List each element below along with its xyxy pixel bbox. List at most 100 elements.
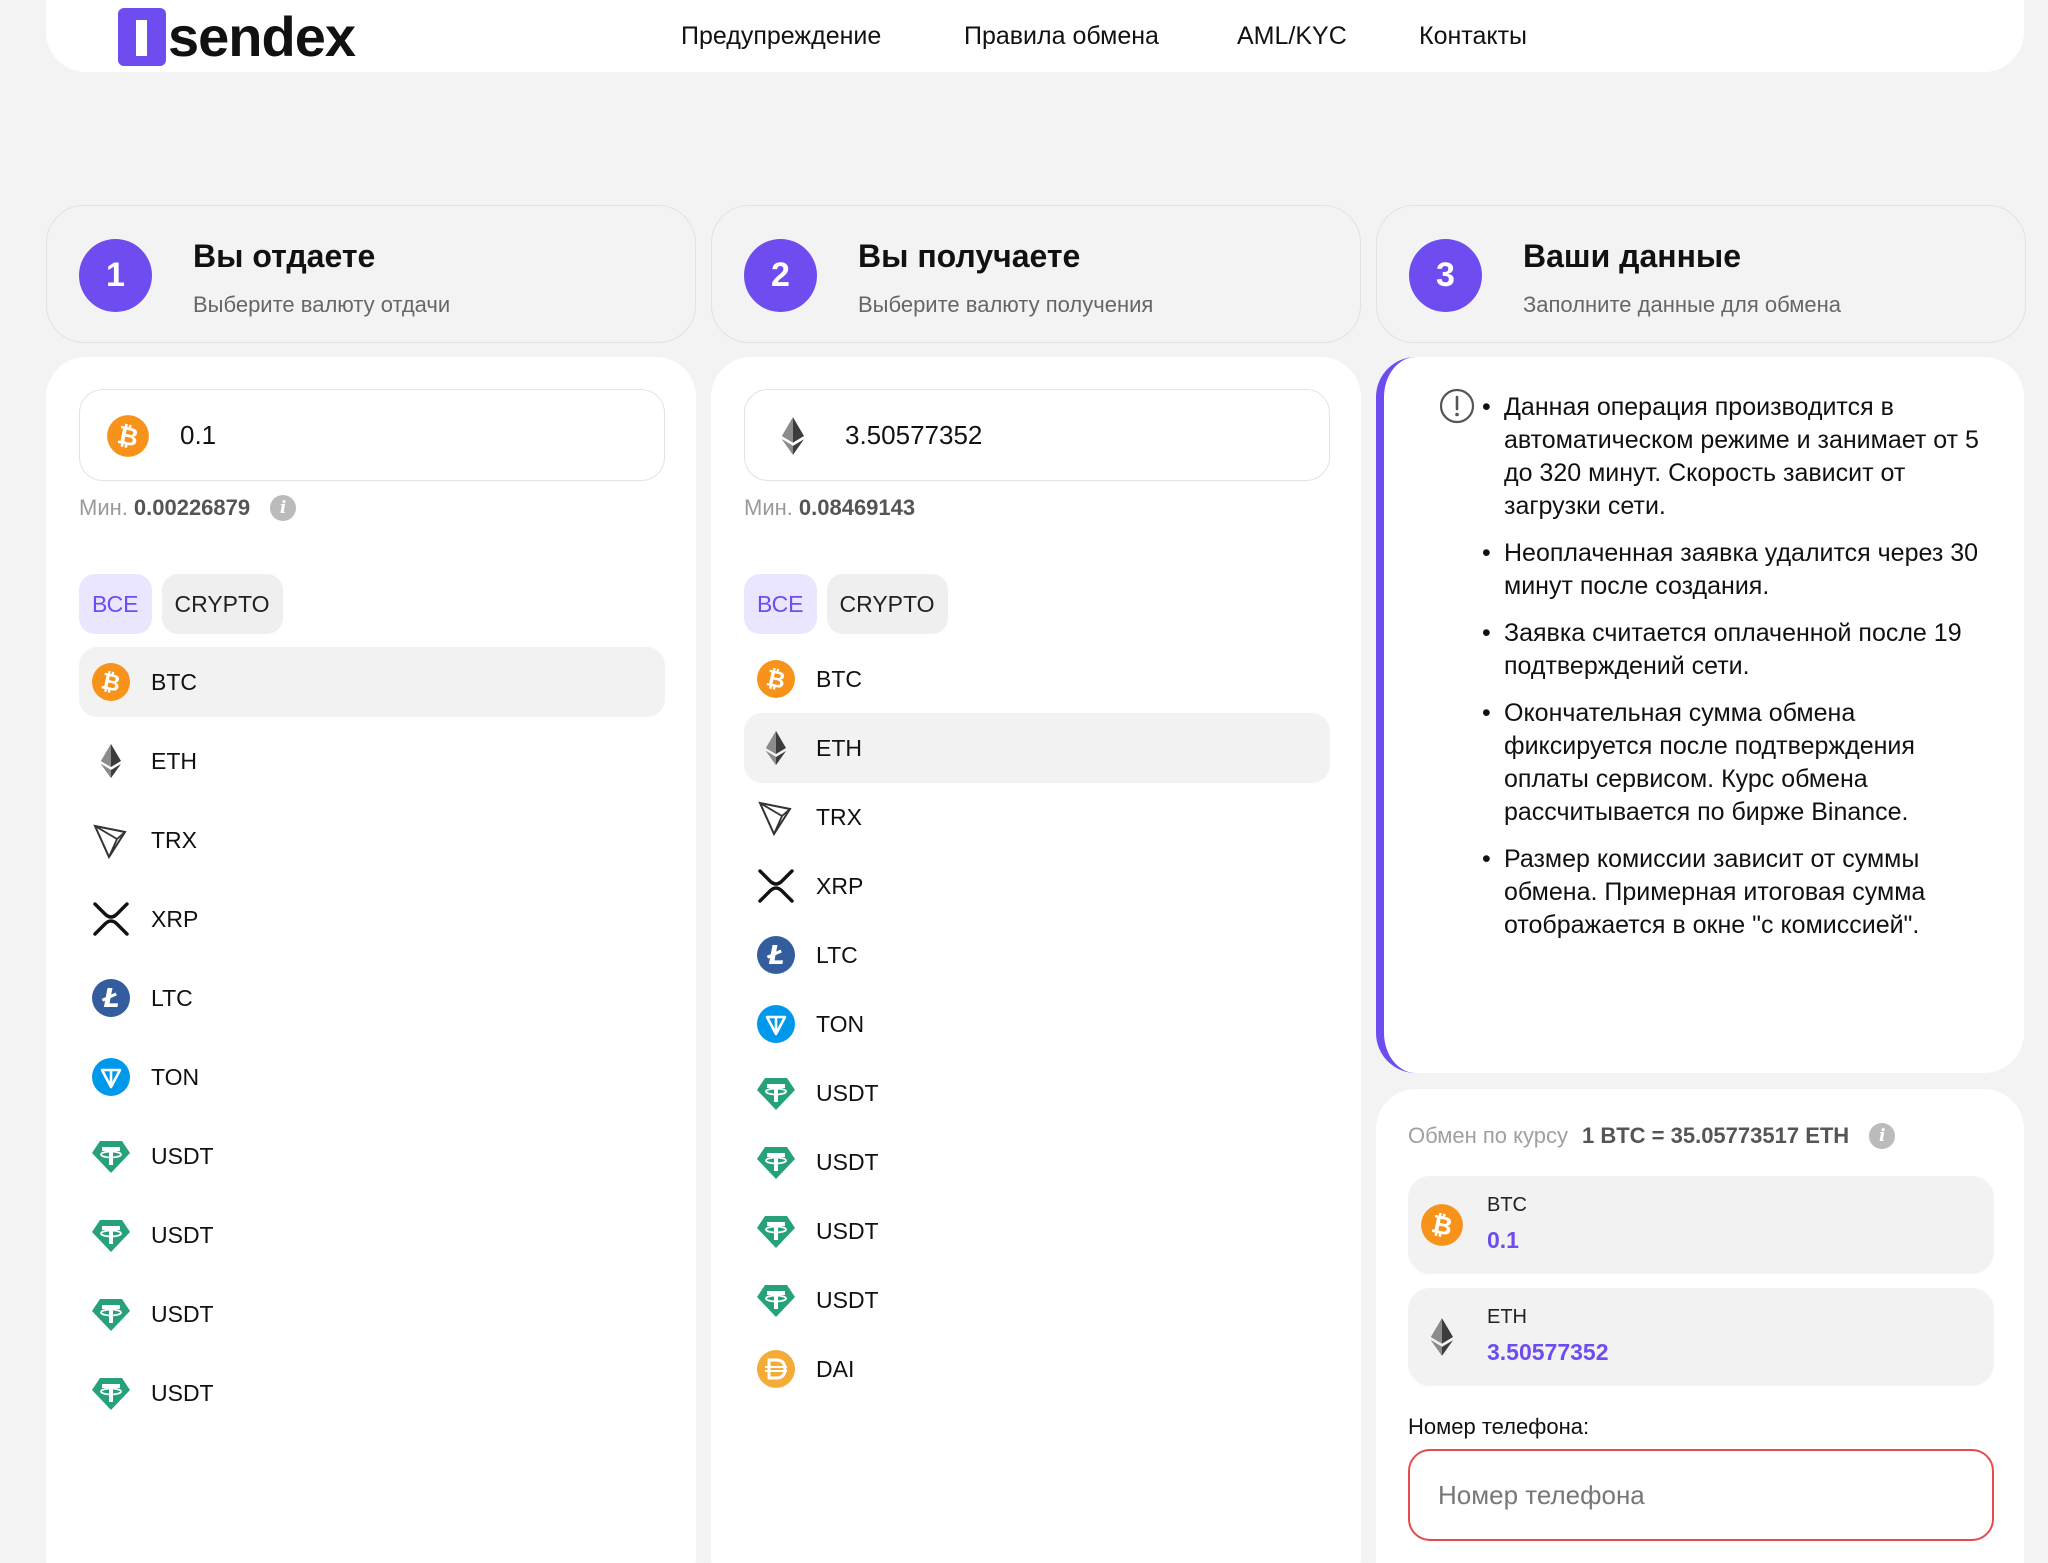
coin-option-xrp[interactable]: XRP [79, 884, 665, 954]
notice-item: Данная операция производится в автоматич… [1482, 391, 1994, 523]
coin-label: USDT [151, 1379, 214, 1406]
nav-rules-link[interactable]: Правила обмена [964, 22, 1159, 51]
coin-label: USDT [816, 1079, 879, 1106]
coin-option-eth[interactable]: ETH [79, 726, 665, 796]
coin-label: USDT [151, 1221, 214, 1248]
usdt-icon [756, 1280, 796, 1320]
filter-crypto-tab[interactable]: CRYPTO [161, 574, 283, 634]
coin-option-ltc[interactable]: Ł LTC [79, 963, 665, 1033]
logo[interactable]: sendex [118, 8, 356, 66]
summary-give-name: BTC [1487, 1194, 1527, 1216]
min-label: Мин. [79, 495, 128, 520]
nav-warning-link[interactable]: Предупреждение [681, 22, 881, 51]
eth-icon [1420, 1315, 1464, 1359]
min-value: 0.00226879 [133, 495, 251, 520]
phone-label: Номер телефона: [1408, 1414, 1590, 1439]
give-amount-value[interactable]: 0.1 [180, 420, 216, 451]
coin-option-ton[interactable]: TON [744, 989, 1330, 1059]
filter-all-tab[interactable]: ВСЕ [744, 574, 817, 634]
step-number: 1 [79, 239, 152, 312]
step-card-give: 1 Вы отдаете Выберите валюту отдачи [46, 205, 696, 343]
exchange-notice: Данная операция производится в автоматич… [1376, 357, 2024, 1073]
summary-receive-amount: 3.50577352 [1487, 1339, 1609, 1365]
give-panel: ₿ 0.1 Мин. 0.00226879 i ВСЕ CRYPTO ₿ BTC E… [46, 357, 696, 1563]
ltc-icon: Ł [756, 935, 796, 975]
min-label: Мин. [744, 495, 793, 520]
eth-icon [771, 414, 815, 458]
coin-option-ltc[interactable]: Ł LTC [744, 920, 1330, 990]
coin-option-trx[interactable]: TRX [744, 782, 1330, 852]
xrp-icon [756, 866, 796, 906]
coin-label: USDT [816, 1286, 879, 1313]
step-subtitle: Выберите валюту отдачи [193, 292, 451, 317]
coin-label: ETH [151, 747, 197, 774]
coin-option-usdt[interactable]: USDT [79, 1121, 665, 1191]
coin-label: TRX [816, 803, 862, 830]
exchange-summary: Обмен по курсу 1 BTC = 35.05773517 ETH i… [1376, 1089, 2024, 1563]
receive-min-line: Мин. 0.08469143 [744, 495, 915, 521]
coin-label: TON [151, 1063, 200, 1090]
receive-amount-field[interactable]: 3.50577352 [744, 389, 1330, 481]
step-subtitle: Выберите валюту получения [858, 292, 1154, 317]
coin-option-eth[interactable]: ETH [744, 713, 1330, 783]
coin-option-dai[interactable]: DAI [744, 1334, 1330, 1404]
coin-option-usdt[interactable]: USDT [744, 1058, 1330, 1128]
step-title: Вы отдаете [193, 238, 376, 274]
coin-option-btc[interactable]: ₿ BTC [79, 647, 665, 717]
notice-item: Неоплаченная заявка удалится через 30 ми… [1482, 537, 1994, 603]
usdt-icon [91, 1294, 131, 1334]
step-number: 2 [744, 239, 817, 312]
summary-give-amount: 0.1 [1487, 1227, 1519, 1253]
coin-option-usdt[interactable]: USDT [79, 1279, 665, 1349]
coin-option-usdt[interactable]: USDT [744, 1265, 1330, 1335]
usdt-icon [91, 1215, 131, 1255]
receive-amount-value[interactable]: 3.50577352 [845, 420, 982, 451]
dai-icon [756, 1349, 796, 1389]
coin-option-usdt[interactable]: USDT [79, 1200, 665, 1270]
give-filters: ВСЕ CRYPTO [79, 574, 283, 634]
svg-text:Ł: Ł [766, 941, 784, 971]
btc-icon: ₿ [106, 414, 150, 458]
ltc-icon: Ł [91, 978, 131, 1018]
notice-item: Заявка считается оплаченной после 19 под… [1482, 617, 1994, 683]
coin-label: USDT [816, 1217, 879, 1244]
coin-option-trx[interactable]: TRX [79, 805, 665, 875]
coin-option-usdt[interactable]: USDT [744, 1196, 1330, 1266]
coin-label: ETH [816, 734, 862, 761]
nav-aml-link[interactable]: AML/KYC [1237, 22, 1347, 51]
min-value: 0.08469143 [798, 495, 916, 520]
step-card-details: 3 Ваши данные Заполните данные для обмен… [1376, 205, 2026, 343]
step-card-receive: 2 Вы получаете Выберите валюту получения [711, 205, 1361, 343]
info-icon[interactable]: i [270, 495, 297, 521]
coin-option-usdt[interactable]: USDT [79, 1358, 665, 1428]
coin-option-usdt[interactable]: USDT [744, 1127, 1330, 1197]
coin-option-btc[interactable]: ₿ BTC [744, 644, 1330, 714]
receive-filters: ВСЕ CRYPTO [744, 574, 948, 634]
rate-line: Обмен по курсу 1 BTC = 35.05773517 ETH i [1408, 1123, 1896, 1149]
info-icon[interactable]: i [1869, 1123, 1896, 1149]
notice-list: Данная операция производится в автоматич… [1482, 391, 1994, 956]
coin-label: LTC [816, 941, 858, 968]
coin-label: BTC [151, 668, 197, 695]
eth-icon [756, 728, 796, 768]
coin-label: XRP [816, 872, 864, 899]
alert-circle-icon [1439, 388, 1475, 424]
coin-option-ton[interactable]: TON [79, 1042, 665, 1112]
usdt-icon [756, 1211, 796, 1251]
coin-label: USDT [816, 1148, 879, 1175]
ton-icon [756, 1004, 796, 1044]
give-amount-field[interactable]: ₿ 0.1 [79, 389, 665, 481]
usdt-icon [91, 1136, 131, 1176]
phone-input[interactable] [1408, 1449, 1994, 1541]
filter-crypto-tab[interactable]: CRYPTO [826, 574, 948, 634]
filter-all-tab[interactable]: ВСЕ [79, 574, 152, 634]
nav-contacts-link[interactable]: Контакты [1419, 22, 1527, 51]
eth-icon [91, 741, 131, 781]
coin-label: USDT [151, 1142, 214, 1169]
coin-label: TRX [151, 826, 197, 853]
coin-option-xrp[interactable]: XRP [744, 851, 1330, 921]
step-subtitle: Заполните данные для обмена [1523, 292, 1841, 317]
notice-item: Размер комиссии зависит от суммы обмена.… [1482, 843, 1994, 942]
summary-receive-name: ETH [1487, 1306, 1527, 1328]
rate-value: 1 BTC = 35.05773517 ETH [1581, 1123, 1850, 1148]
